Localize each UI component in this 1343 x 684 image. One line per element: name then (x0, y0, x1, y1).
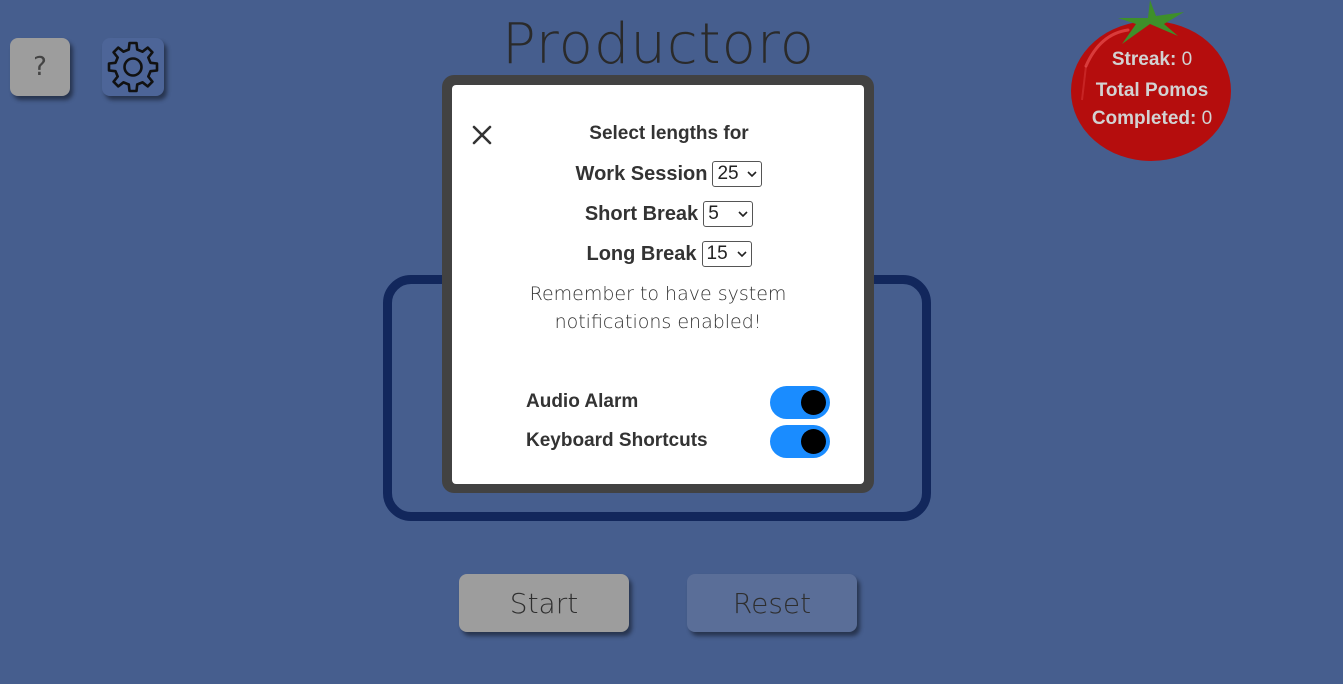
total-pomos-label: Total Pomos (1095, 80, 1209, 101)
short-break-value: 5 (708, 203, 719, 224)
settings-modal: Select lengths for Work Session 25 Short… (452, 85, 864, 484)
settings-button[interactable] (102, 38, 164, 96)
long-break-value: 15 (706, 243, 728, 264)
gear-icon (107, 41, 159, 93)
short-break-label: Short Break (584, 202, 699, 225)
long-break-label: Long Break (586, 242, 697, 265)
toggle-knob (801, 429, 826, 454)
total-completed-stat: Completed: 0 (1062, 108, 1242, 130)
chevron-down-icon (738, 211, 748, 217)
work-session-value: 25 (717, 163, 739, 184)
chevron-down-icon (736, 251, 747, 257)
audio-alarm-label: Audio Alarm (526, 391, 639, 412)
work-session-label: Work Session (575, 162, 708, 185)
total-completed-value: 0 (1201, 108, 1213, 129)
long-break-row: Long Break 15 (452, 239, 886, 269)
short-break-row: Short Break 5 (452, 199, 886, 229)
total-completed-label: Completed: (1091, 108, 1197, 129)
work-session-select[interactable]: 25 (712, 161, 763, 187)
streak-label: Streak: (1111, 49, 1177, 70)
streak-value: 0 (1181, 49, 1193, 70)
short-break-select[interactable]: 5 (703, 201, 754, 227)
stats-tomato: Streak: 0 Total Pomos Completed: 0 (1062, 0, 1242, 165)
help-button-label: ? (33, 52, 47, 82)
keyboard-shortcuts-toggle[interactable] (770, 425, 830, 458)
settings-heading: Select lengths for (589, 123, 749, 144)
work-session-row: Work Session 25 (452, 159, 886, 189)
audio-alarm-toggle[interactable] (770, 386, 830, 419)
chevron-down-icon (747, 171, 758, 177)
reset-button[interactable]: Reset (687, 574, 857, 632)
long-break-select[interactable]: 15 (701, 241, 752, 267)
keyboard-shortcuts-label: Keyboard Shortcuts (526, 430, 708, 451)
toggle-knob (801, 390, 826, 415)
help-button[interactable]: ? (10, 38, 70, 96)
start-button[interactable]: Start (459, 574, 629, 632)
notification-notice: Remember to have system notifications en… (529, 283, 787, 333)
streak-stat: Streak: 0 (1062, 49, 1242, 71)
